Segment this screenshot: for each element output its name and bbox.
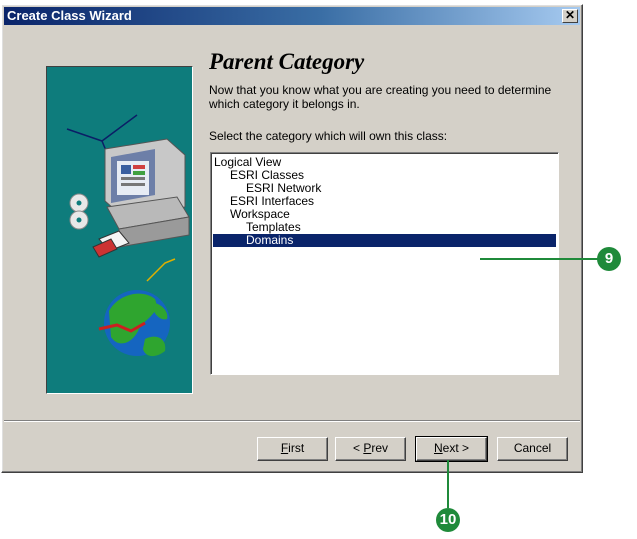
next-button[interactable]: Next > [415,436,488,462]
first-button[interactable]: First [257,437,328,461]
tree-item-label: Domains [246,233,294,247]
cancel-button[interactable]: Cancel [497,437,568,461]
button-suffix: irst [288,441,305,455]
button-separator [4,420,580,422]
tree-instruction: Select the category which will own this … [209,129,448,143]
button-prefix: < [352,441,364,455]
step-10-callout: 10 [436,508,460,532]
close-button[interactable]: ✕ [562,9,578,23]
category-tree[interactable]: Logical View ESRI Classes ESRI Network E… [210,152,559,375]
computer-globe-icon [66,114,190,357]
window-title: Create Class Wizard [7,8,132,23]
button-suffix: ext > [442,441,470,455]
prev-button[interactable]: < Prev [335,437,406,461]
page-description: Now that you know what you are creating … [209,83,552,111]
wizard-illustration [46,66,193,394]
title-bar[interactable]: Create Class Wizard ✕ [4,7,580,25]
page-title: Parent Category [209,49,365,74]
tree-item-domains[interactable]: Domains [213,234,556,247]
close-icon: ✕ [564,8,576,22]
wizard-window: Create Class Wizard ✕ Parent Category No… [1,4,583,473]
step-9-callout: 9 [597,247,621,271]
access-key: N [433,441,443,455]
button-suffix: rev [371,441,389,455]
